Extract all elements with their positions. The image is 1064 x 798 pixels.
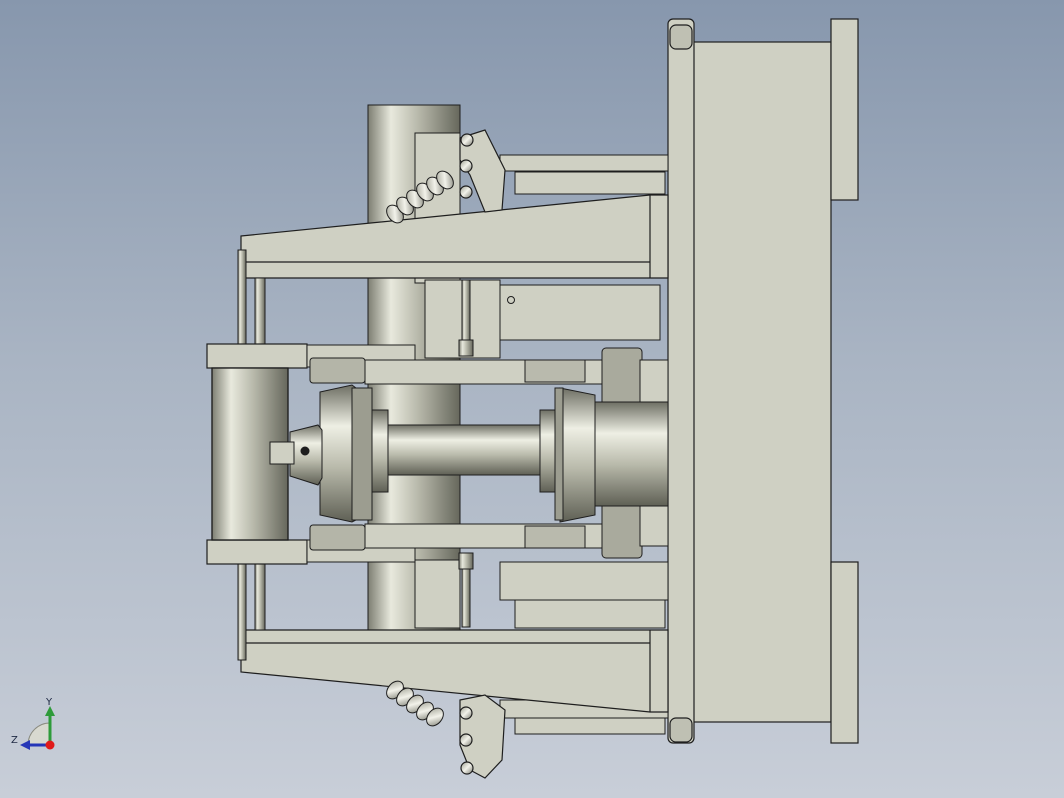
motor-housing[interactable] xyxy=(589,347,669,559)
cad-model-view[interactable] xyxy=(0,0,1064,798)
lower-arm[interactable] xyxy=(240,629,669,713)
left-flange[interactable] xyxy=(319,384,373,523)
right-flange[interactable] xyxy=(554,387,596,523)
triad-y-label: Y xyxy=(46,697,53,708)
coordinate-triad xyxy=(20,706,55,750)
triad-z-label: Z xyxy=(11,735,18,746)
triad-x-point xyxy=(45,740,55,750)
graphics-viewport[interactable]: Y Z xyxy=(0,0,1064,798)
lower-hinge[interactable] xyxy=(459,694,506,779)
base-plate[interactable] xyxy=(667,18,859,744)
upper-hinge[interactable] xyxy=(459,129,506,213)
